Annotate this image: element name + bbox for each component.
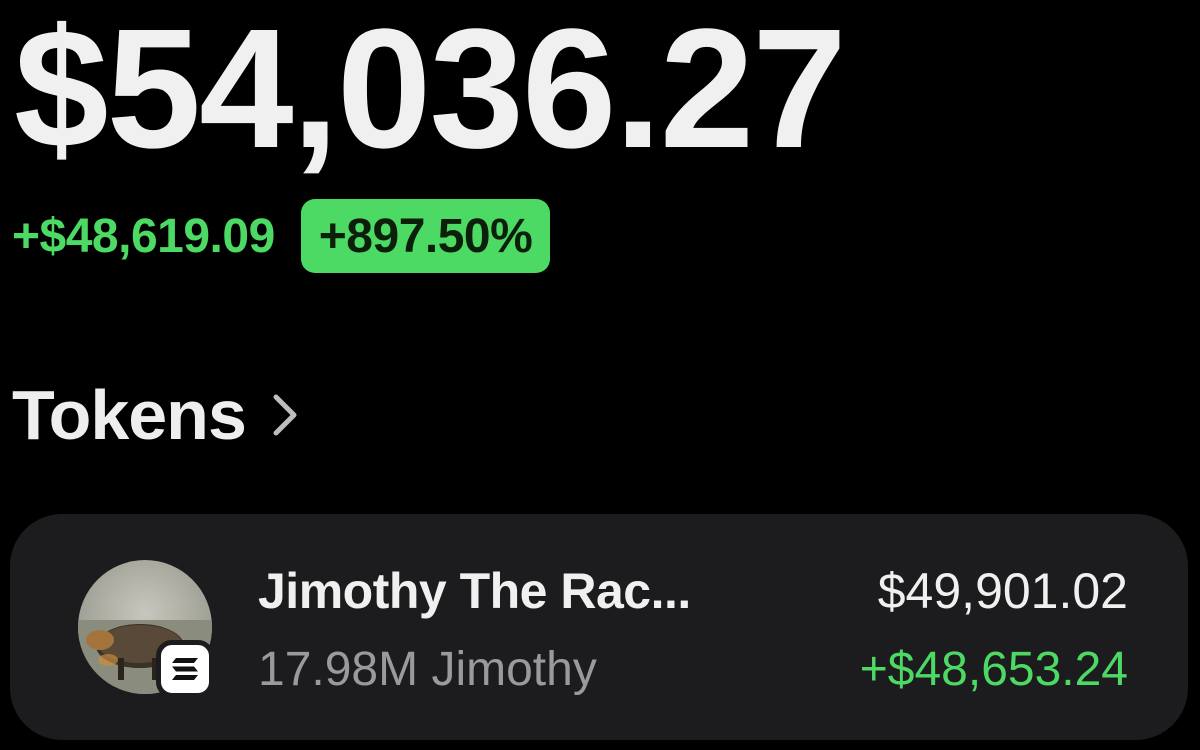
token-value: $49,901.02 (877, 563, 1128, 619)
solana-icon (156, 640, 214, 698)
token-change: +$48,653.24 (859, 643, 1128, 696)
tokens-title: Tokens (12, 376, 247, 454)
wallet-screen: $54,036.27 +$48,619.09 +897.50% Tokens J… (0, 0, 1200, 750)
tokens-section-header[interactable]: Tokens (12, 370, 298, 460)
token-quantity: 17.98M Jimothy (258, 643, 597, 696)
portfolio-change-row: +$48,619.09 +897.50% (12, 198, 551, 274)
chevron-right-icon (272, 393, 298, 437)
portfolio-change-percent-badge: +897.50% (300, 199, 551, 273)
token-row[interactable]: Jimothy The Rac... 17.98M Jimothy $49,90… (10, 514, 1188, 740)
portfolio-change-amount: +$48,619.09 (12, 209, 275, 263)
portfolio-balance: $54,036.27 (14, 0, 847, 184)
token-name: Jimothy The Rac... (258, 563, 691, 619)
